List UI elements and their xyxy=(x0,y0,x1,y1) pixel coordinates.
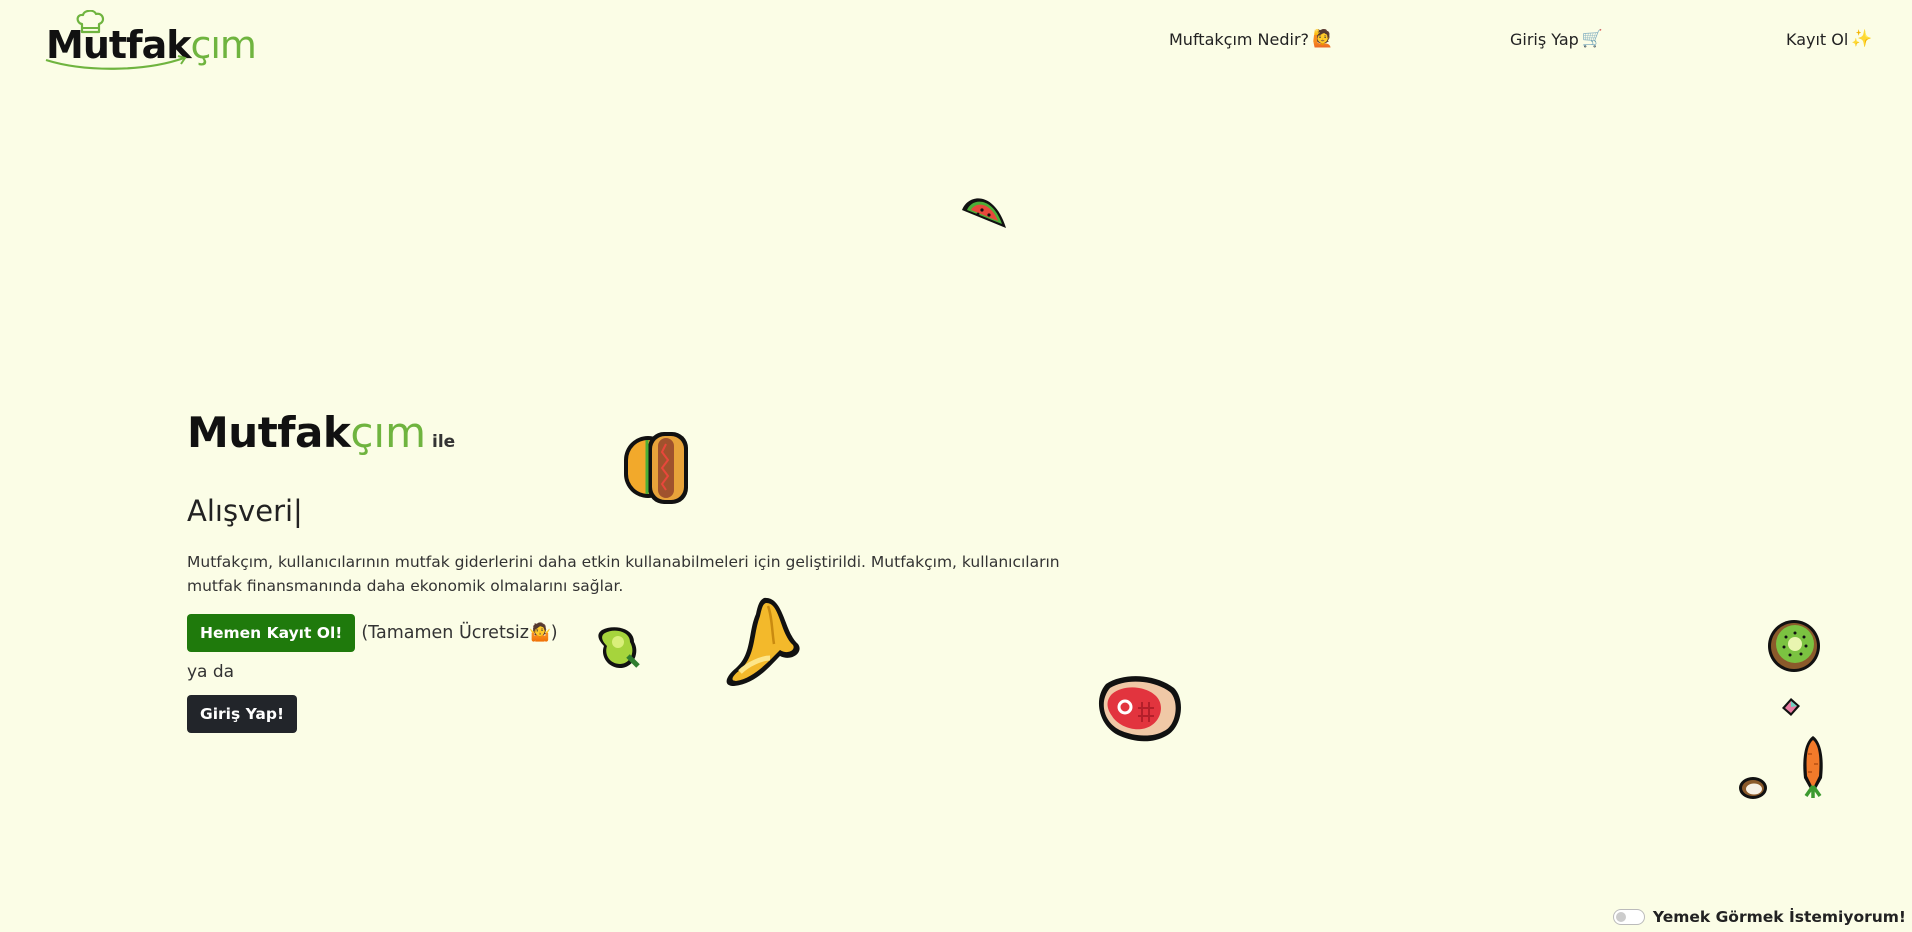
nav-link-login[interactable]: Giriş Yap 🛒 xyxy=(1510,30,1603,49)
hero-brand-suffix: ile xyxy=(432,432,456,452)
hero-brand: Mutfak çım ile xyxy=(187,408,455,457)
candy-icon xyxy=(1782,698,1800,716)
no-food-toggle[interactable]: Yemek Görmek İstemiyorum! xyxy=(1612,908,1906,926)
free-note: (Tamamen Ücretsiz 🤷) xyxy=(361,623,557,643)
nav-link-register[interactable]: Kayıt Ol ✨ xyxy=(1786,30,1873,49)
typed-text: Alışveri| xyxy=(187,494,303,528)
hero-brand-light: çım xyxy=(350,408,427,457)
site-logo[interactable]: Mutfakçım xyxy=(44,10,257,72)
toggle-knob xyxy=(1615,912,1626,922)
raising-hand-icon: 🙋 xyxy=(1312,29,1334,49)
steak-icon xyxy=(1098,676,1181,742)
hotdog-icon xyxy=(624,432,688,504)
register-now-button[interactable]: Hemen Kayıt Ol! xyxy=(187,614,356,652)
pear-icon xyxy=(598,627,640,668)
coconut-icon xyxy=(1739,777,1767,799)
logo-swoosh-icon xyxy=(45,55,187,70)
nav-label: Giriş Yap xyxy=(1510,30,1579,49)
or-text: ya da xyxy=(187,662,235,682)
banana-icon xyxy=(726,597,800,686)
nav-label: Kayıt Ol xyxy=(1786,30,1849,49)
free-note-close: ) xyxy=(550,623,558,643)
shrug-icon: 🤷 xyxy=(528,623,551,643)
nav-label: Muftakçım Nedir? xyxy=(1169,30,1310,49)
hero-brand-bold: Mutfak xyxy=(187,408,351,457)
nav-link-about[interactable]: Muftakçım Nedir? 🙋 xyxy=(1169,30,1333,49)
logo-light-part: çım xyxy=(190,23,256,67)
toggle-switch[interactable] xyxy=(1612,909,1645,925)
cta-row: Hemen Kayıt Ol! (Tamamen Ücretsiz 🤷) xyxy=(187,614,558,652)
sparkles-icon: ✨ xyxy=(1851,29,1873,49)
hero-description: Mutfakçım, kullanıcılarının mutfak gider… xyxy=(187,553,1060,595)
toggle-label: Yemek Görmek İstemiyorum! xyxy=(1652,908,1906,926)
watermelon-icon xyxy=(962,198,1006,228)
login-button[interactable]: Giriş Yap! xyxy=(187,695,298,733)
page: Mutfakçım Muftakçım Nedir? 🙋 Giriş Yap 🛒… xyxy=(0,0,1912,932)
kiwi-icon xyxy=(1768,620,1820,672)
carrot-icon xyxy=(1803,736,1823,798)
shopping-cart-icon: 🛒 xyxy=(1581,29,1603,49)
free-note-text: (Tamamen Ücretsiz xyxy=(361,623,529,643)
